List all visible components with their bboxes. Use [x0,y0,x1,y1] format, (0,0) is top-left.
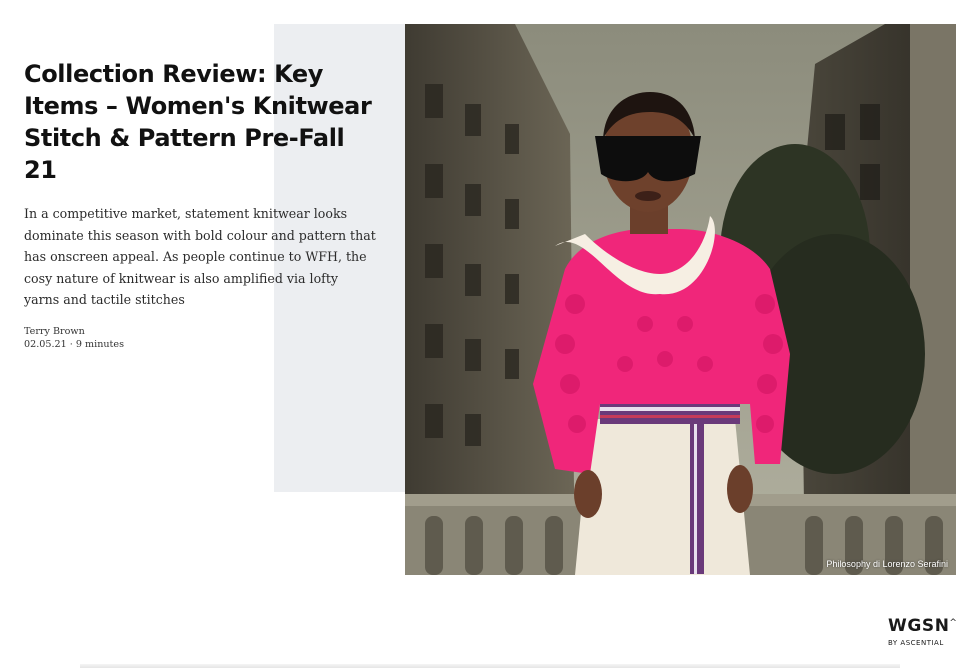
wgsn-logo[interactable]: WGSN ^ BY ASCENTIAL [888,617,958,649]
author-name: Terry Brown [24,325,85,337]
logo-subtitle: BY ASCENTIAL [888,639,944,647]
publish-date-readtime: 02.05.21 · 9 minutes [24,338,125,350]
caret-icon: ^ [949,618,958,628]
logo-text: WGSN [888,616,950,636]
fashion-photo-illustration [405,24,956,575]
bottom-shadow [80,664,900,668]
article-meta: Terry Brown 02.05.21 · 9 minutes [24,325,384,351]
article-title: Collection Review: Key Items – Women's K… [24,60,372,184]
hero-image: Philosophy di Lorenzo Serafini [405,24,956,575]
image-caption: Philosophy di Lorenzo Serafini [826,559,948,569]
logo-wordmark: WGSN ^ [888,616,957,636]
article-header: Collection Review: Key Items – Women's K… [24,58,384,351]
article-summary: In a competitive market, statement knitw… [24,206,376,307]
